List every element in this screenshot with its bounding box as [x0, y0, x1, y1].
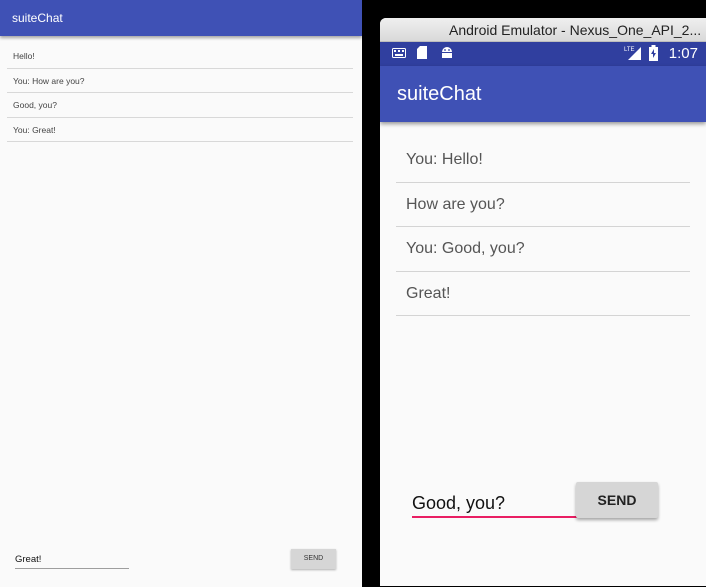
- app-title: suiteChat: [397, 83, 482, 105]
- message-item: Great!: [396, 272, 690, 316]
- lte-signal-icon: LTE: [624, 45, 642, 65]
- message-list: Hello! You: How are you? Good, you? You:…: [7, 44, 353, 142]
- left-device-screen: suiteChat Hello! You: How are you? Good,…: [0, 0, 362, 587]
- message-list: You: Hello! How are you? You: Good, you?…: [396, 138, 690, 316]
- message-input[interactable]: Great!: [15, 552, 129, 569]
- message-item: Good, you?: [7, 93, 353, 118]
- app-bar: suiteChat: [380, 66, 706, 122]
- battery-icon: [649, 45, 658, 65]
- message-input[interactable]: Good, you?: [412, 490, 582, 518]
- message-item: You: How are you?: [7, 69, 353, 93]
- keyboard-icon: [392, 46, 406, 62]
- send-button[interactable]: SEND: [291, 549, 336, 569]
- emulator-title-bar[interactable]: Android Emulator - Nexus_One_API_2...: [380, 18, 706, 42]
- message-item: You: Good, you?: [396, 227, 690, 272]
- emulator-window: Android Emulator - Nexus_One_API_2... LT…: [380, 18, 706, 586]
- sd-card-icon: [417, 46, 427, 63]
- message-item: You: Hello!: [396, 138, 690, 183]
- message-item: Hello!: [7, 44, 353, 69]
- app-bar: suiteChat: [0, 0, 362, 36]
- status-time: 1:07: [668, 45, 698, 62]
- android-icon: [441, 46, 453, 63]
- app-title: suiteChat: [12, 11, 63, 25]
- message-item: You: Great!: [7, 118, 353, 142]
- message-item: How are you?: [396, 183, 690, 227]
- status-bar: LTE 1:07: [380, 42, 706, 66]
- send-button[interactable]: SEND: [576, 482, 658, 518]
- emulator-title: Android Emulator - Nexus_One_API_2...: [449, 22, 702, 38]
- lte-label: LTE: [624, 47, 635, 53]
